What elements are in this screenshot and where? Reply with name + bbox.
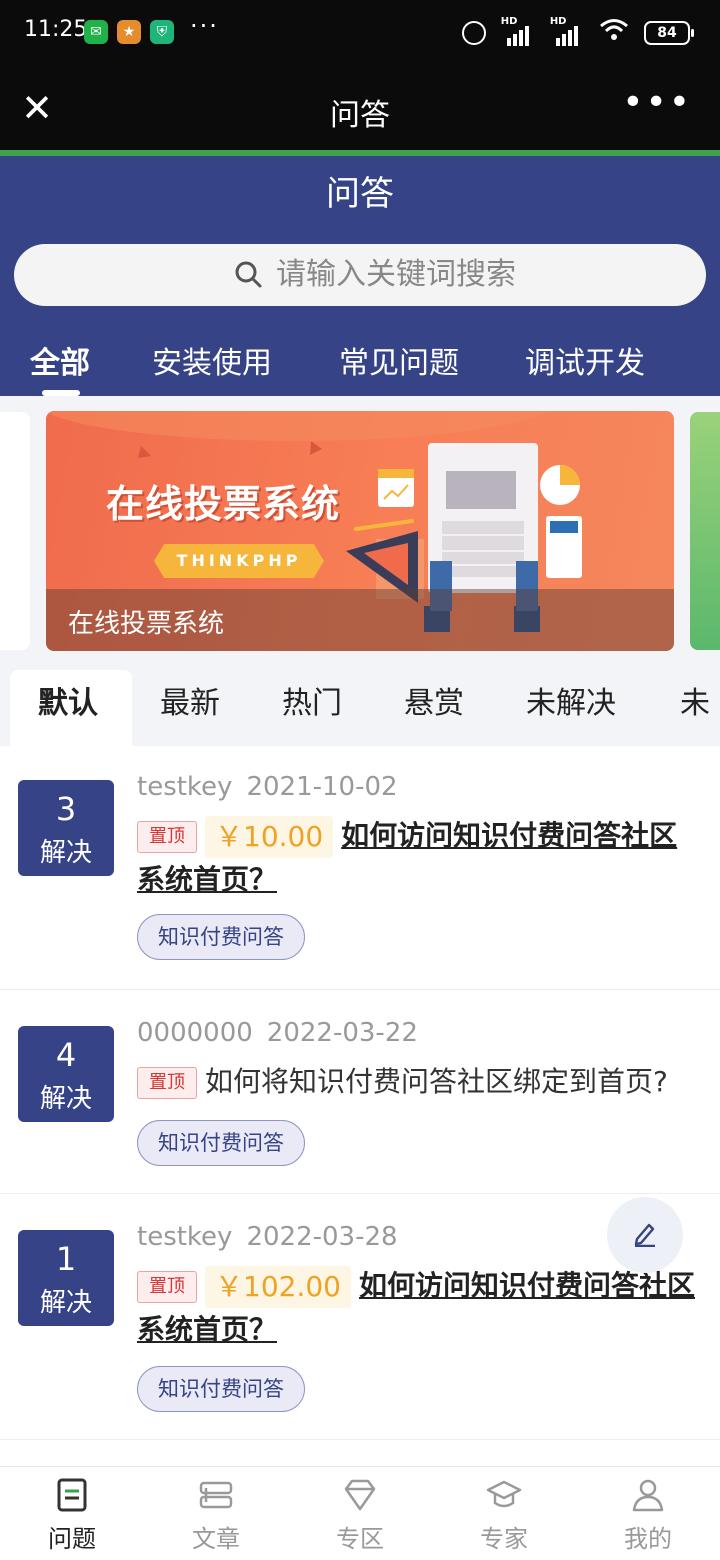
list-item[interactable]: 3 解决 testkey 2021-10-02 置顶 ￥10.00 如何访问知识付费问… — [0, 746, 720, 990]
sort-tab-bounty[interactable]: 悬赏 — [404, 678, 464, 722]
bounty-price: ￥10.00 — [205, 816, 334, 858]
app-titlebar: ✕ 问答 ••• — [0, 66, 720, 150]
answer-count-badge: 4 解决 — [18, 1026, 114, 1122]
question-line: 置顶 ￥102.00 如何访问知识付费问答社区系统首页？ — [137, 1264, 703, 1352]
banner-carousel[interactable]: 在线投票系统 THINKPHP 在线投票系统 — [0, 396, 720, 664]
question-title[interactable]: 如何将知识付费问答社区绑定到首页? — [205, 1065, 668, 1098]
shield-notification-icon: ⛨ — [150, 20, 174, 44]
nav-zone[interactable]: 专区 — [288, 1467, 432, 1560]
search-icon — [235, 261, 262, 288]
bottom-nav: 问题 文章 专区 专家 我的 — [0, 1466, 720, 1560]
question-meta: 0000000 2022-03-22 — [137, 1018, 418, 1048]
search-placeholder: 请输入关键词搜索 — [276, 257, 516, 292]
tab-debug[interactable]: 调试开发 — [525, 338, 645, 382]
pinned-badge: 置顶 — [137, 1271, 197, 1303]
alarm-icon — [461, 20, 486, 45]
topic-tag[interactable]: 知识付费问答 — [137, 914, 305, 960]
app-notification-icon: ★ — [117, 20, 141, 44]
sort-tab-default[interactable]: 默认 — [38, 678, 98, 722]
banner-tag: THINKPHP — [154, 544, 324, 578]
question-meta: testkey 2021-10-02 — [137, 772, 398, 802]
nav-experts[interactable]: 专家 — [432, 1467, 576, 1560]
list-item[interactable]: 4 解决 0000000 2022-03-22 置顶 如何将知识付费问答社区绑定到首… — [0, 990, 720, 1194]
question-list: 3 解决 testkey 2021-10-02 置顶 ￥10.00 如何访问知识付费问… — [0, 746, 720, 1466]
user-icon — [632, 1479, 664, 1512]
nav-profile[interactable]: 我的 — [576, 1467, 720, 1560]
sort-tab-unsolved[interactable]: 未解决 — [526, 678, 616, 722]
banner-art-title: 在线投票系统 — [106, 482, 341, 526]
page-title: 问答 — [326, 174, 394, 214]
search-input[interactable]: 请输入关键词搜索 — [14, 244, 706, 306]
banner-next-slide[interactable] — [690, 412, 720, 650]
status-time: 11:25 — [24, 17, 88, 42]
tab-install[interactable]: 安装使用 — [152, 338, 272, 382]
system-icons: HD HD 84 — [452, 16, 694, 48]
signal-icon-2: HD — [550, 16, 584, 46]
pinned-badge: 置顶 — [137, 821, 197, 853]
question-doc-icon — [57, 1478, 87, 1512]
topic-tag[interactable]: 知识付费问答 — [137, 1120, 305, 1166]
tab-faq[interactable]: 常见问题 — [339, 338, 459, 382]
answer-count-badge: 3 解决 — [18, 780, 114, 876]
nav-questions[interactable]: 问题 — [0, 1467, 144, 1560]
article-icon — [199, 1481, 233, 1509]
topic-tag[interactable]: 知识付费问答 — [137, 1366, 305, 1412]
signal-icon: HD — [501, 16, 535, 46]
banner-caption: 在线投票系统 — [68, 609, 225, 639]
banner-prev-slide[interactable] — [0, 412, 30, 650]
sort-tabs: 默认 最新 热门 悬赏 未解决 未 — [0, 664, 720, 746]
sort-tab-more[interactable]: 未 — [680, 678, 710, 722]
sort-tab-latest[interactable]: 最新 — [160, 678, 220, 722]
battery-indicator: 84 — [644, 20, 694, 45]
wechat-notification-icon: ✉ — [84, 20, 108, 44]
question-author[interactable]: testkey — [137, 1222, 232, 1252]
titlebar-title: 问答 — [330, 98, 390, 133]
wifi-icon — [599, 18, 629, 47]
ask-question-button[interactable] — [607, 1197, 683, 1273]
more-options-icon[interactable]: ••• — [622, 82, 692, 123]
bounty-price: ￥102.00 — [205, 1266, 351, 1308]
question-author[interactable]: testkey — [137, 772, 232, 802]
more-notifications-icon: ··· — [190, 12, 219, 40]
question-date: 2022-03-28 — [246, 1222, 398, 1252]
status-bar: 11:25 ✉ ★ ⛨ ··· HD HD 84 — [0, 0, 720, 66]
question-date: 2022-03-22 — [266, 1018, 418, 1048]
question-line: 置顶 ￥10.00 如何访问知识付费问答社区系统首页？ — [137, 814, 697, 902]
category-tabs: 全部 安装使用 常见问题 调试开发 — [0, 336, 720, 396]
pencil-icon — [634, 1223, 655, 1247]
answer-count-badge: 1 解决 — [18, 1230, 114, 1326]
graduation-cap-icon — [486, 1480, 522, 1508]
diamond-icon — [344, 1479, 376, 1511]
banner-caption-bar: 在线投票系统 — [46, 589, 674, 651]
question-meta: testkey 2022-03-28 — [137, 1222, 398, 1252]
banner-slide[interactable]: 在线投票系统 THINKPHP 在线投票系统 — [46, 411, 674, 651]
sort-tab-hot[interactable]: 热门 — [282, 678, 342, 722]
tab-all[interactable]: 全部 — [30, 338, 90, 382]
question-author[interactable]: 0000000 — [137, 1018, 253, 1048]
nav-articles[interactable]: 文章 — [144, 1467, 288, 1560]
question-line: 置顶 如何将知识付费问答社区绑定到首页? — [137, 1060, 697, 1104]
header: 问答 请输入关键词搜索 全部 安装使用 常见问题 调试开发 — [0, 156, 720, 396]
question-date: 2021-10-02 — [246, 772, 398, 802]
pinned-badge: 置顶 — [137, 1067, 197, 1099]
